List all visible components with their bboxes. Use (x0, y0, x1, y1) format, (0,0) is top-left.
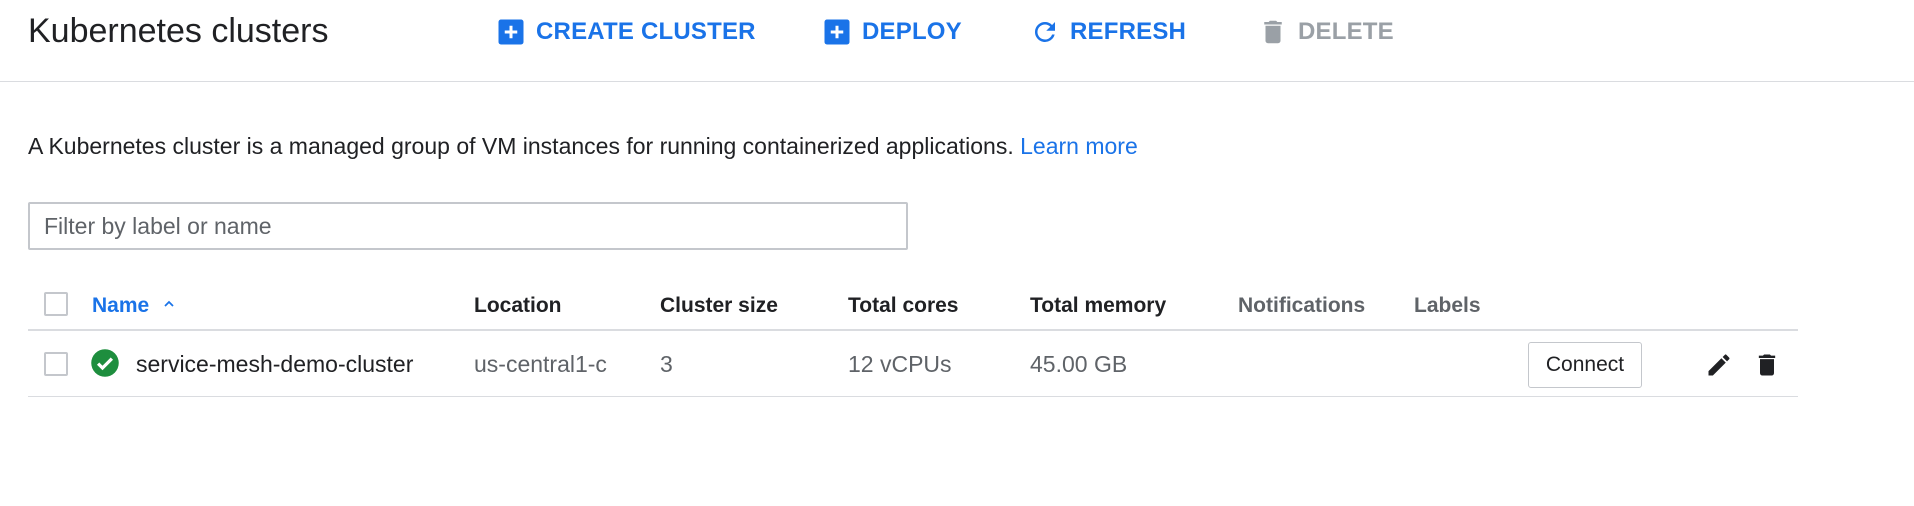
delete-label: DELETE (1298, 18, 1394, 45)
create-cluster-button[interactable]: CREATE CLUSTER (496, 14, 756, 50)
filter-input[interactable] (28, 202, 908, 250)
refresh-label: REFRESH (1070, 18, 1187, 45)
table-row: service-mesh-demo-cluster us-central1-c … (28, 331, 1798, 397)
trash-icon[interactable] (1753, 351, 1781, 379)
chevron-up-icon (161, 292, 177, 320)
column-name-label: Name (92, 294, 150, 317)
cluster-size: 3 (660, 351, 673, 377)
select-all-checkbox[interactable] (44, 292, 68, 316)
deploy-label: DEPLOY (862, 18, 962, 45)
column-header-labels: Labels (1414, 294, 1481, 317)
cluster-location: us-central1-c (474, 351, 607, 377)
cluster-total-memory: 45.00 GB (1030, 351, 1128, 377)
trash-icon (1258, 17, 1288, 47)
check-circle-icon (90, 348, 120, 378)
column-header-notifications: Notifications (1238, 294, 1366, 317)
column-header-name[interactable]: Name (92, 292, 177, 320)
clusters-table: Name Location Cluster size Total cores T… (28, 282, 1798, 397)
table-header: Name Location Cluster size Total cores T… (28, 282, 1798, 331)
page-title: Kubernetes clusters (28, 12, 329, 50)
page-description: A Kubernetes cluster is a managed group … (28, 131, 1138, 161)
cluster-total-cores: 12 vCPUs (848, 351, 952, 377)
add-box-icon (822, 17, 852, 47)
column-header-cluster-size: Cluster size (660, 294, 778, 317)
connect-button[interactable]: Connect (1528, 342, 1642, 388)
page-header: Kubernetes clusters CREATE CLUSTER DEPLO… (0, 0, 1914, 82)
create-cluster-label: CREATE CLUSTER (536, 18, 756, 45)
column-header-total-memory: Total memory (1030, 294, 1167, 317)
column-header-total-cores: Total cores (848, 294, 959, 317)
deploy-button[interactable]: DEPLOY (822, 14, 962, 50)
learn-more-link[interactable]: Learn more (1020, 133, 1138, 159)
cluster-name[interactable]: service-mesh-demo-cluster (136, 349, 413, 379)
row-checkbox[interactable] (44, 352, 68, 376)
description-text: A Kubernetes cluster is a managed group … (28, 133, 1014, 159)
add-box-icon (496, 17, 526, 47)
refresh-icon (1030, 17, 1060, 47)
pencil-icon[interactable] (1705, 351, 1733, 379)
delete-button[interactable]: DELETE (1258, 14, 1394, 50)
column-header-location: Location (474, 294, 562, 317)
refresh-button[interactable]: REFRESH (1030, 14, 1186, 50)
